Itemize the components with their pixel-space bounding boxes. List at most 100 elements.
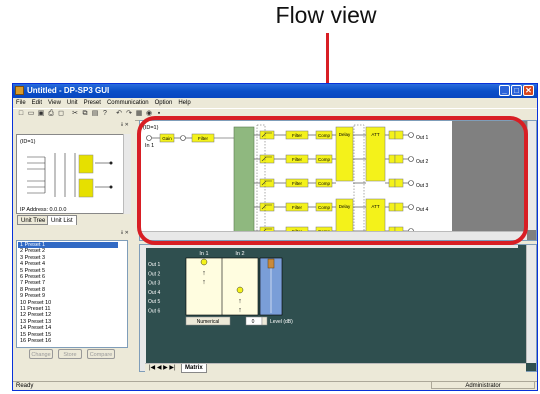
comp-label: Comp [318, 157, 331, 162]
comp-label: Comp [318, 133, 331, 138]
hpf-block [259, 130, 275, 140]
menu-item-communication[interactable]: Communication [107, 100, 149, 106]
comp-label: Comp [318, 181, 331, 186]
tab-unit-tree[interactable]: Unit Tree [17, 215, 50, 225]
app-window: Untitled - DP-SP3 GUI _ □ ✕ File Edit View… [12, 83, 538, 391]
preset-item[interactable]: 3 Preset 3 [18, 255, 118, 261]
preset-item[interactable]: 16 Preset 16 [18, 338, 118, 344]
flow-view-empty-area [452, 121, 536, 240]
preset-item[interactable]: 8 Preset 8 [18, 287, 118, 293]
menu-item-file[interactable]: File [16, 100, 26, 106]
unit-thumbnail[interactable]: (ID=1) IP Address: 0.0.0.0 [16, 134, 128, 214]
cut-icon[interactable]: ✂ [71, 110, 79, 118]
redo-icon[interactable]: ↷ [125, 110, 133, 118]
menu-item-preset[interactable]: Preset [84, 100, 101, 106]
output-label: Out 2 [416, 159, 428, 165]
view-icon[interactable]: ◉ [145, 110, 153, 118]
tab-unit-list[interactable]: Unit List [47, 215, 77, 225]
preset-list[interactable]: 1 Preset 12 Preset 23 Preset 34 Preset 4… [16, 240, 128, 348]
output-node [408, 156, 414, 162]
menu-item-unit[interactable]: Unit [67, 100, 78, 106]
change-button[interactable]: Change [29, 349, 53, 359]
close-button[interactable]: ✕ [523, 85, 534, 96]
new-icon[interactable]: □ [17, 110, 25, 118]
flow-view-callout-label: Flow view [275, 2, 377, 28]
open-icon[interactable]: ▭ [27, 110, 35, 118]
crosspoint-on [200, 258, 208, 266]
flow-hscroll[interactable] [140, 231, 527, 240]
preset-label: Preset 4 [24, 261, 46, 268]
preset-label: Preset 1 [24, 242, 46, 248]
matrix-output-label: Out 2 [148, 271, 160, 277]
matrix-vscroll[interactable] [526, 245, 536, 363]
preset-label: Preset 5 [24, 267, 46, 274]
flow-view[interactable]: (ID=1) In 1 Gain Filter Filter Comp Out 1 F… [139, 120, 537, 241]
matrix-output-label: Out 6 [148, 309, 160, 315]
gain-label: Gain [162, 136, 172, 141]
matrix-view[interactable]: In 1 In 2 Out 1 Out 2 Out 3 Out 4 Out 5 Out 6 ↑ ↑… [139, 244, 537, 372]
help-icon[interactable]: ? [101, 110, 109, 118]
preset-item[interactable]: 12 Preset 12 [18, 312, 118, 318]
speaker-icon [394, 154, 404, 164]
print-icon[interactable]: ⎙ [47, 110, 55, 118]
att-label: ATT [371, 132, 379, 137]
preset-item[interactable]: 7 Preset 7 [18, 280, 118, 286]
menu-item-option[interactable]: Option [155, 100, 173, 106]
hpf-block [259, 178, 275, 188]
level-spinner [261, 316, 268, 326]
output-filter-label: Filter [292, 133, 303, 138]
paste-icon[interactable]: ▤ [91, 110, 99, 118]
matrix-output-label: Out 4 [148, 290, 160, 296]
preset-item[interactable]: 9 Preset 9 [18, 293, 118, 299]
level-label: Level (dB) [270, 319, 293, 325]
unit-icon[interactable]: ▦ [135, 110, 143, 118]
pane-pin-close[interactable]: ⅱ ✕ [121, 122, 129, 128]
copy-icon[interactable]: ⧉ [81, 110, 89, 118]
monitor-icon[interactable]: ▪ [155, 110, 163, 118]
preset-label: Preset 15 [27, 331, 52, 338]
matrix-output-label: Out 5 [148, 299, 160, 305]
menu-item-help[interactable]: Help [178, 100, 190, 106]
preset-label: Preset 11 [27, 306, 51, 312]
store-button[interactable]: Store [58, 349, 82, 359]
unit-pane: ⅱ ✕ (ID=1) IP Address: 0.0.0.0 Unit Tree… [13, 120, 135, 233]
tab-matrix[interactable]: Matrix [181, 364, 207, 373]
menu-item-edit[interactable]: Edit [32, 100, 42, 106]
flow-vscroll[interactable] [527, 121, 536, 230]
thumbnail-scrollbar[interactable] [123, 134, 131, 214]
save-icon[interactable]: ▣ [37, 110, 45, 118]
preset-item[interactable]: 13 Preset 13 [18, 319, 118, 325]
preset-pane-pin-close[interactable]: ⅱ ✕ [121, 230, 129, 236]
menu-item-view[interactable]: View [48, 100, 61, 106]
preview-icon[interactable]: ◻ [57, 110, 65, 118]
preset-item[interactable]: 5 Preset 5 [18, 268, 118, 274]
menu-bar: File Edit View Unit Preset Communication Optio… [13, 98, 537, 108]
status-text: Ready [16, 383, 34, 389]
matrix-output-label: Out 3 [148, 281, 160, 287]
compare-button[interactable]: Compare [87, 349, 115, 359]
polarity-block [388, 202, 396, 212]
output-node [408, 132, 414, 138]
output-node [408, 180, 414, 186]
matrix-input-label: In 1 [199, 251, 208, 257]
numerical-button-label: Numerical [197, 319, 220, 325]
flow-id-label: (ID=1) [143, 125, 159, 131]
output-node [408, 204, 414, 210]
preset-item[interactable]: 6 Preset 6 [18, 274, 118, 280]
preset-item[interactable]: 1 Preset 1 [18, 242, 118, 248]
polarity-block [388, 178, 396, 188]
thumbnail-id-label: (ID=1) [20, 139, 36, 145]
sheet-nav-icons[interactable]: |◀ ◀ ▶ ▶| [149, 364, 176, 372]
preset-item[interactable]: 4 Preset 4 [18, 261, 118, 267]
undo-icon[interactable]: ↶ [115, 110, 123, 118]
speaker-icon [394, 178, 404, 188]
maximize-button[interactable]: □ [511, 85, 522, 96]
preset-item[interactable]: 2 Preset 2 [18, 248, 118, 254]
preset-item[interactable]: 14 Preset 14 [18, 325, 118, 331]
preset-item[interactable]: 10 Preset 10 [18, 300, 118, 306]
matrix-output-label: Out 1 [148, 262, 160, 268]
flow-input-label: In 1 [145, 143, 154, 149]
preset-item[interactable]: 15 Preset 15 [18, 332, 118, 338]
minimize-button[interactable]: _ [499, 85, 510, 96]
preset-item[interactable]: 11 Preset 11 [18, 306, 118, 312]
